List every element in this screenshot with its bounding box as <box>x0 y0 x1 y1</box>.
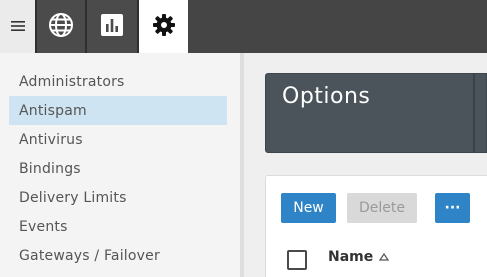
sidebar-item-label: Delivery Limits <box>19 189 127 206</box>
sidebar-item-label: Administrators <box>19 73 125 90</box>
sidebar-item-delivery-limits[interactable]: Delivery Limits <box>9 183 227 212</box>
sidebar-item-label: Gateways / Failover <box>19 247 160 264</box>
sidebar-item-label: Antispam <box>19 102 87 119</box>
sidebar-item-label: Antivirus <box>19 131 83 148</box>
sidebar-item-label: Events <box>19 218 68 235</box>
app-root: Administrators Antispam Antivirus Bindin… <box>0 0 487 277</box>
column-header-label: Name <box>328 249 374 265</box>
top-bar <box>0 0 487 53</box>
globe-icon <box>48 12 74 42</box>
sidebar-item-administrators[interactable]: Administrators <box>9 67 227 96</box>
nav-statistics-button[interactable] <box>87 0 137 53</box>
select-all-checkbox[interactable] <box>287 250 307 270</box>
sort-ascending-icon <box>379 253 390 261</box>
more-options-button[interactable]: ··· <box>435 193 470 223</box>
top-nav-fill <box>188 0 487 53</box>
nav-globe-button[interactable] <box>37 0 85 53</box>
menu-button[interactable] <box>0 0 35 53</box>
gear-icon <box>152 13 176 41</box>
sidebar-item-bindings[interactable]: Bindings <box>9 154 227 183</box>
header-divider <box>473 74 475 152</box>
hamburger-icon <box>10 17 26 36</box>
sidebar-item-antispam[interactable]: Antispam <box>9 96 227 125</box>
column-header-name[interactable]: Name <box>328 249 390 265</box>
sidebar-item-gateways-failover[interactable]: Gateways / Failover <box>9 241 227 270</box>
ellipsis-icon: ··· <box>444 200 461 216</box>
bar-chart-icon <box>100 13 124 41</box>
new-button[interactable]: New <box>281 193 336 223</box>
nav-settings-button[interactable] <box>139 0 188 53</box>
sidebar-item-events[interactable]: Events <box>9 212 227 241</box>
options-header-card: Options <box>265 73 487 153</box>
sidebar-item-antivirus[interactable]: Antivirus <box>9 125 227 154</box>
sidebar-item-label: Bindings <box>19 160 81 177</box>
delete-button[interactable]: Delete <box>347 193 417 223</box>
page-title: Options <box>282 84 371 109</box>
